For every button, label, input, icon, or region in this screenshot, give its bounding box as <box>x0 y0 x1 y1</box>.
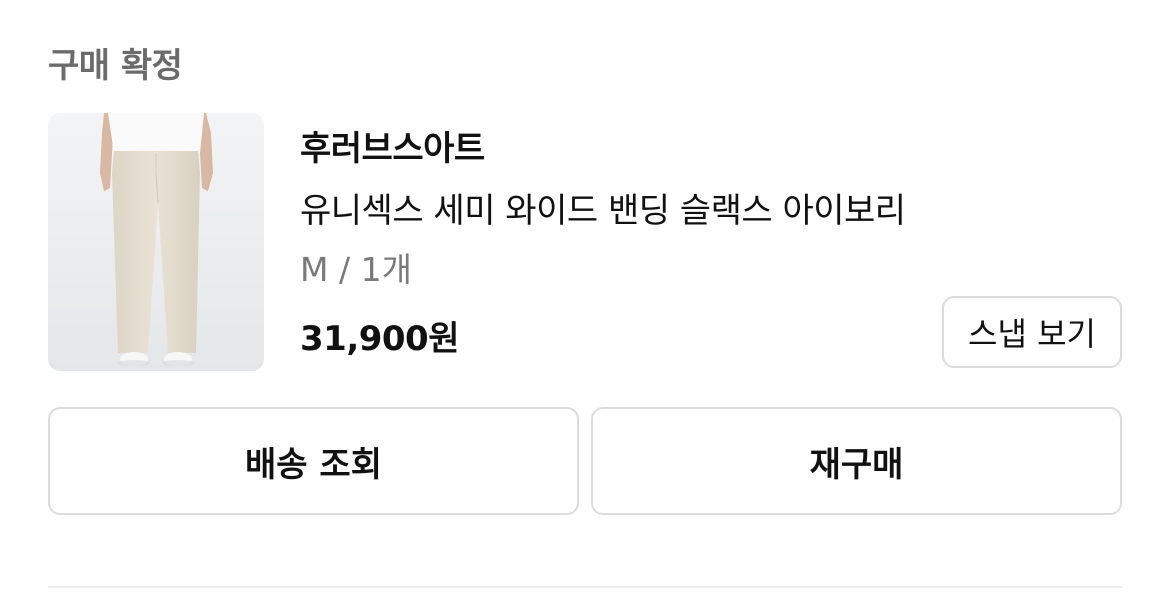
track-shipping-button[interactable]: 배송 조회 <box>48 407 579 515</box>
product-card: 후러브스아트 유니섹스 세미 와이드 밴딩 슬랙스 아이보리 M / 1개 31… <box>48 113 1122 371</box>
product-name[interactable]: 유니섹스 세미 와이드 밴딩 슬랙스 아이보리 <box>300 183 906 232</box>
order-actions: 배송 조회 재구매 <box>48 407 1122 515</box>
product-thumbnail[interactable] <box>48 113 264 371</box>
product-option: M / 1개 <box>300 250 412 289</box>
reorder-button[interactable]: 재구매 <box>591 407 1122 515</box>
view-snap-button[interactable]: 스냅 보기 <box>942 296 1122 368</box>
order-status-title: 구매 확정 <box>48 46 183 86</box>
section-divider <box>48 586 1122 588</box>
product-info: 후러브스아트 유니섹스 세미 와이드 밴딩 슬랙스 아이보리 M / 1개 31… <box>300 113 1122 371</box>
brand-name[interactable]: 후러브스아트 <box>300 121 485 170</box>
product-price: 31,900원 <box>300 319 459 359</box>
